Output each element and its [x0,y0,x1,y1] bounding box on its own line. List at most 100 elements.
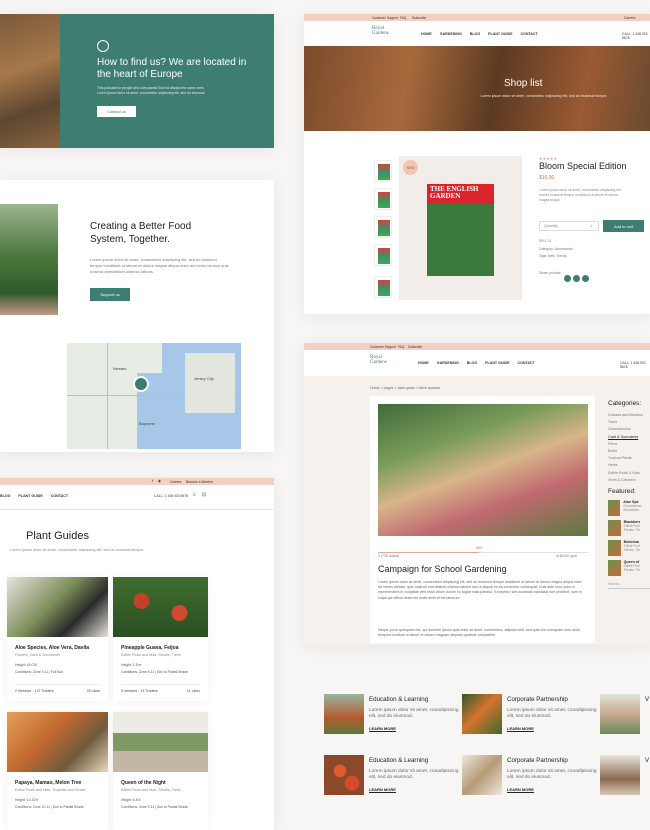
facebook-icon[interactable] [564,275,571,282]
nav-contact[interactable]: CONTACT [51,494,68,498]
learn-more-link[interactable]: LEARN MORE [507,787,534,793]
twitter-icon[interactable]: ◉ [158,479,161,483]
card-photo [324,755,364,795]
logo[interactable]: Royal Gardens [372,26,396,36]
category-link[interactable]: Trees [608,420,650,424]
card-photo [600,694,640,734]
nav-contact[interactable]: CONTACT [521,32,538,36]
topbar-link[interactable]: Careers [170,480,181,484]
main-nav: BLOG PLANT GUIDE CONTACT [0,494,68,498]
plant-guide-card[interactable]: Papaya, Mamao, Melon Tree Edible Fruits … [7,712,108,830]
featured-item[interactable]: Queen of Edible Fruit Shrubs, Tre [608,559,650,576]
hero-photo [0,14,60,148]
topbar-link[interactable]: Become a Member [186,480,213,484]
nav-plant-guide[interactable]: PLANT GUIDE [485,361,509,365]
about-title: Creating a Better Food System, Together. [90,221,192,245]
learn-more-link[interactable]: LEARN MORE [369,787,396,793]
support-us-button[interactable]: Support us [90,288,130,301]
featured-item[interactable]: Bolchina Edible Fruit Shrubs, Tre [608,539,650,556]
education-card[interactable]: Education & Learning Lorem ipsum dolor s… [324,694,459,742]
add-to-cart-button[interactable]: Add to cart [603,220,644,232]
plant-guide-card[interactable]: Queen of the Night Edible Fruits and Nut… [113,712,208,830]
likes[interactable]: 11 Likes [187,689,200,693]
quantity-stepper[interactable]: Quantity 1 [539,221,599,231]
card-photo [462,694,502,734]
campaign-title: Campaign for School Gardening [378,564,507,574]
plant-conditions: Conditions: Zone 9-11 | Full Sun [15,670,64,674]
facebook-icon[interactable]: f [152,479,153,483]
topbar-link[interactable]: Customer Support [372,16,398,20]
campaign-content: 48% 3 (72K raised) of $100K goal Campaig… [370,396,595,643]
plant-category: Edible Fruits and Nuts, Shrubs, Trees [121,788,181,792]
nav-home[interactable]: HOME [421,32,432,36]
pinterest-icon[interactable] [573,275,580,282]
category-link[interactable]: Edible Fruits & Nuts [608,471,650,475]
twitter-icon[interactable] [582,275,589,282]
topbar-link[interactable]: Subscribe [408,345,422,349]
topbar-link[interactable]: Subscribe [412,16,426,20]
card-title: V [645,757,650,764]
nav-home[interactable]: HOME [418,361,429,365]
search-input[interactable]: Search... [608,580,650,589]
nav-blog[interactable]: BLOG [0,494,10,498]
product-thumb[interactable] [374,244,392,266]
logo[interactable]: Royal Gardens [370,355,394,365]
category-link[interactable]: Bulbs [608,449,650,453]
nav-gardening[interactable]: GARDENING [440,32,462,36]
plant-photo [7,712,108,772]
map-pin-icon[interactable] [133,376,149,392]
featured-item[interactable]: Aloe Spe Groundcover Succulents [608,499,650,516]
learn-more-link[interactable]: LEARN MORE [369,726,396,732]
card-title: Education & Learning [369,757,429,764]
main-nav: HOME GARDENING BLOG PLANT GUIDE CONTACT [418,361,535,365]
map-label: Bayonne [139,421,155,426]
search-icon[interactable]: ⌕ [193,492,196,498]
category-link[interactable]: Ferns [608,442,650,446]
hero-title: How to find us? We are located in the he… [97,57,247,80]
category-link[interactable]: Vines & Climbers [608,478,650,482]
card-photo [324,694,364,734]
product-thumb[interactable] [374,216,392,238]
topbar-link[interactable]: Careers [624,16,635,20]
plant-height: Height: 6-8 ft [121,798,141,802]
product-thumb[interactable] [374,276,392,298]
education-card[interactable]: Corporate Partnership Lorem ipsum dolor … [462,755,597,803]
product-image-frame[interactable]: NEW THE ENGLISH GARDEN [399,156,522,300]
category-link[interactable]: Tropical Plants [608,456,650,460]
education-card[interactable]: V [600,694,650,742]
education-card[interactable]: Corporate Partnership Lorem ipsum dolor … [462,694,597,742]
contact-us-button[interactable]: Contact us [97,106,136,117]
featured-item[interactable]: Blackberr Edible Fruit Shrubs, Tre [608,519,650,536]
nav-blog[interactable]: BLOG [467,361,477,365]
product-thumb[interactable] [374,188,392,210]
breadcrumb[interactable]: Home > pages > plant guide > Alive speci… [370,386,440,390]
new-badge: NEW [403,160,418,175]
magazine-title: THE ENGLISH GARDEN [430,185,479,200]
nav-gardening[interactable]: GARDENING [437,361,459,365]
page-subtitle: Lorem ipsum dolor sit amet, consectetur … [10,548,144,552]
nav-contact[interactable]: CONTACT [518,361,535,365]
category-link[interactable]: Cacti & Succulents [608,435,650,439]
plant-guide-card[interactable]: Pineapple Guava, Feijoa Edible Fruits an… [113,577,208,701]
nav-blog[interactable]: BLOG [470,32,480,36]
topbar-link[interactable]: FAQ [400,16,406,20]
plant-conditions: Conditions: Zone 9-11 | Sun to Partial S… [121,805,188,809]
product-thumb[interactable] [374,160,392,182]
education-card[interactable]: V [600,755,650,803]
map-label: Newark [113,366,127,371]
map[interactable]: Newark Jersey City Bayonne [67,343,241,449]
nav-plant-guide[interactable]: PLANT GUIDE [18,494,42,498]
magazine-cover: THE ENGLISH GARDEN [427,184,494,276]
plant-guide-card[interactable]: Aloe Species, Aloe Vera, Davila Flowers,… [7,577,108,701]
education-card[interactable]: Education & Learning Lorem ipsum dolor s… [324,755,459,803]
learn-more-link[interactable]: LEARN MORE [507,726,534,732]
category-link[interactable]: Grasses and Bamboo [608,413,650,417]
nav-plant-guide[interactable]: PLANT GUIDE [488,32,512,36]
card-title: Corporate Partnership [507,757,568,764]
topbar-link[interactable]: Customer Support [370,345,396,349]
category-link[interactable]: Herbs [608,463,650,467]
category-link[interactable]: Groundcovers [608,427,650,431]
cart-icon[interactable]: ⊡ [202,492,206,498]
topbar-link[interactable]: FAQ [398,345,404,349]
likes[interactable]: 25 Likes [87,689,100,693]
